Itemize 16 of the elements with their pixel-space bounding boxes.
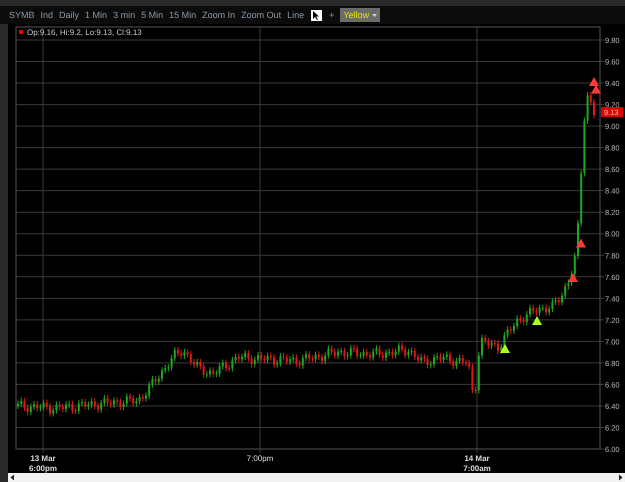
toolbar-button[interactable]: 1 Min <box>82 8 110 22</box>
ohlc-readout: Op:9.16, Hi:9.2, Lo:9.13, Cl:9.13 <box>27 28 142 37</box>
toolbar-button[interactable]: 3 min <box>110 8 138 22</box>
time-axis-label: 14 Mar 7:00am <box>463 454 491 473</box>
toolbar-button[interactable]: Ind <box>38 8 56 22</box>
toolbar-button[interactable]: 5 Min <box>138 8 166 22</box>
add-button[interactable]: + <box>326 8 338 22</box>
toolbar-button[interactable]: Zoom Out <box>238 8 284 22</box>
color-dropdown[interactable]: Yellow <box>340 8 380 22</box>
time-axis-label: 7:00pm <box>246 454 274 463</box>
toolbar-button[interactable]: Line <box>284 8 308 22</box>
toolbar-button[interactable]: 15 Min <box>166 8 200 22</box>
toolbar-button[interactable]: SYMB <box>6 8 38 22</box>
toolbar-button[interactable]: Daily <box>56 8 82 22</box>
time-axis-label: 13 Mar 6:00pm <box>29 454 57 473</box>
toolbar-button[interactable]: Zoom In <box>199 8 238 22</box>
